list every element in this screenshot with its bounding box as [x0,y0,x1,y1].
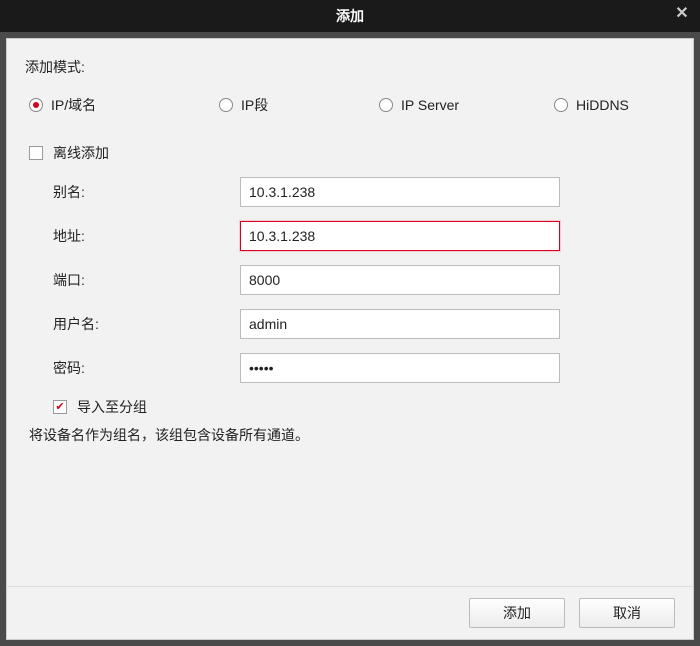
input-port[interactable] [240,265,560,295]
radio-ip-domain[interactable]: IP/域名 [29,95,219,115]
input-password[interactable] [240,353,560,383]
label-username: 用户名: [25,314,240,334]
checkbox-icon [29,146,43,160]
radio-label: HiDDNS [576,97,629,113]
label-address: 地址: [25,226,240,246]
radio-ip-server[interactable]: IP Server [379,95,554,115]
radio-label: IP段 [241,95,268,115]
radio-icon [554,98,568,112]
close-icon[interactable]: ✕ [672,6,692,26]
radio-hiddns[interactable]: HiDDNS [554,95,629,115]
dialog-footer: 添加 取消 [6,586,694,640]
mode-label: 添加模式: [25,57,675,77]
label-alias: 别名: [25,182,240,202]
radio-icon [379,98,393,112]
radio-ip-segment[interactable]: IP段 [219,95,379,115]
row-username: 用户名: [25,309,675,339]
import-group-row[interactable]: 导入至分组 [53,397,675,417]
row-alias: 别名: [25,177,675,207]
radio-icon [219,98,233,112]
add-dialog: 添加 ✕ 添加模式: IP/域名 IP段 IP Server HiDDNS [0,0,700,646]
label-password: 密码: [25,358,240,378]
offline-add-label: 离线添加 [53,143,109,163]
row-port: 端口: [25,265,675,295]
radio-icon [29,98,43,112]
row-address: 地址: [25,221,675,251]
dialog-content: 添加模式: IP/域名 IP段 IP Server HiDDNS 离线添加 [6,38,694,586]
offline-add-row[interactable]: 离线添加 [29,143,675,163]
titlebar: 添加 ✕ [0,0,700,32]
add-button[interactable]: 添加 [469,598,565,628]
mode-radio-group: IP/域名 IP段 IP Server HiDDNS [25,95,675,115]
import-group-label: 导入至分组 [77,397,147,417]
input-address[interactable] [240,221,560,251]
cancel-button[interactable]: 取消 [579,598,675,628]
row-password: 密码: [25,353,675,383]
radio-label: IP Server [401,97,459,113]
checkbox-icon [53,400,67,414]
input-alias[interactable] [240,177,560,207]
dialog-title: 添加 [336,6,364,26]
input-username[interactable] [240,309,560,339]
label-port: 端口: [25,270,240,290]
hint-text: 将设备名作为组名，该组包含设备所有通道。 [29,425,675,445]
radio-label: IP/域名 [51,95,96,115]
